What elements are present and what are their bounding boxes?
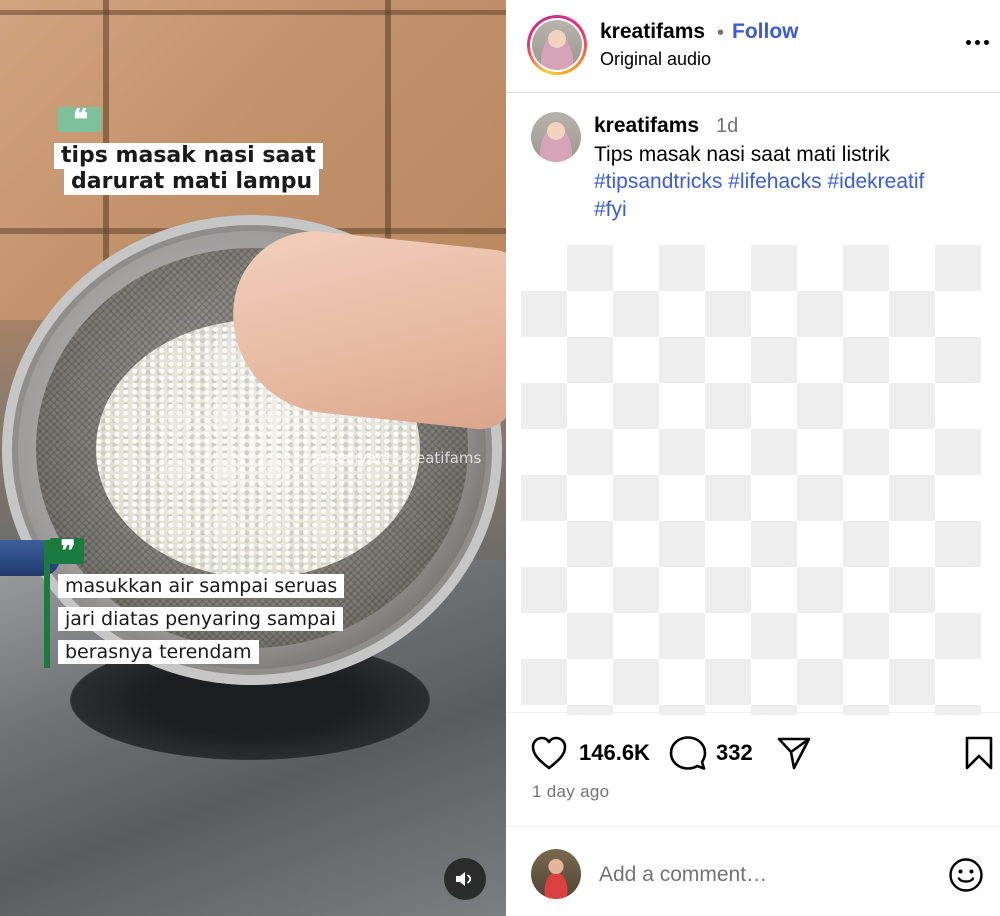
caption-timestamp[interactable]: 1d bbox=[716, 114, 738, 138]
open-quote-icon: ❝ bbox=[58, 106, 101, 134]
volume-icon bbox=[456, 872, 472, 886]
mute-button[interactable] bbox=[444, 858, 486, 900]
more-icon bbox=[965, 39, 971, 45]
video-title-line-1: tips masak nasi saat bbox=[54, 143, 323, 169]
separator-dot: • bbox=[717, 22, 725, 44]
audio-link[interactable]: Original audio bbox=[600, 48, 711, 70]
comment-count[interactable]: 332 bbox=[716, 740, 753, 766]
hashtag-link[interactable]: #lifehacks bbox=[728, 170, 821, 193]
action-bar: 146.6K 332 bbox=[506, 712, 1000, 792]
video-title-line-2: darurat mati lampu bbox=[64, 169, 320, 195]
hashtag-link[interactable]: #tipsandtricks bbox=[594, 170, 722, 193]
video-caption-line-3: berasnya terendam bbox=[58, 640, 259, 664]
post-date[interactable]: 1 day ago bbox=[532, 782, 609, 802]
like-count[interactable]: 146.6K bbox=[579, 740, 650, 766]
caption-username[interactable]: kreatifams bbox=[594, 114, 699, 138]
share-icon[interactable] bbox=[776, 735, 812, 771]
hashtag-link[interactable]: #idekreatif bbox=[827, 170, 924, 193]
bookmark-icon[interactable] bbox=[964, 735, 994, 771]
emoji-icon[interactable] bbox=[948, 857, 984, 893]
heart-icon[interactable] bbox=[530, 735, 568, 771]
avatar[interactable] bbox=[532, 20, 582, 70]
comment-bar bbox=[506, 826, 1000, 916]
video-player[interactable]: ❝ tips masak nasi saat darurat mati lamp… bbox=[0, 0, 506, 916]
post-panel: kreatifams • Follow Original audio kreat… bbox=[506, 0, 1000, 916]
story-ring[interactable] bbox=[527, 15, 587, 75]
more-options-button[interactable] bbox=[962, 30, 992, 54]
video-caption-line-1: masukkan air sampai seruas bbox=[58, 574, 345, 598]
hashtag-link[interactable]: #fyi bbox=[594, 198, 627, 221]
post-header: kreatifams • Follow Original audio bbox=[506, 0, 1000, 93]
hashtag-list: #tipsandtricks #lifehacks #idekreatif #f… bbox=[594, 168, 994, 224]
caption-text: Tips masak nasi saat mati listrik bbox=[594, 143, 890, 166]
current-user-avatar bbox=[531, 849, 581, 899]
video-watermark: arpaliyanti-kreatifams bbox=[316, 449, 482, 467]
follow-button[interactable]: Follow bbox=[732, 20, 799, 44]
close-quote-icon: ❞ bbox=[50, 537, 84, 565]
comment-input[interactable] bbox=[599, 857, 929, 893]
header-username[interactable]: kreatifams bbox=[600, 20, 705, 44]
caption-avatar[interactable] bbox=[531, 112, 581, 162]
comments-area-placeholder bbox=[521, 245, 981, 715]
comment-icon[interactable] bbox=[669, 735, 707, 771]
video-caption-line-2: jari diatas penyaring sampai bbox=[58, 607, 344, 631]
